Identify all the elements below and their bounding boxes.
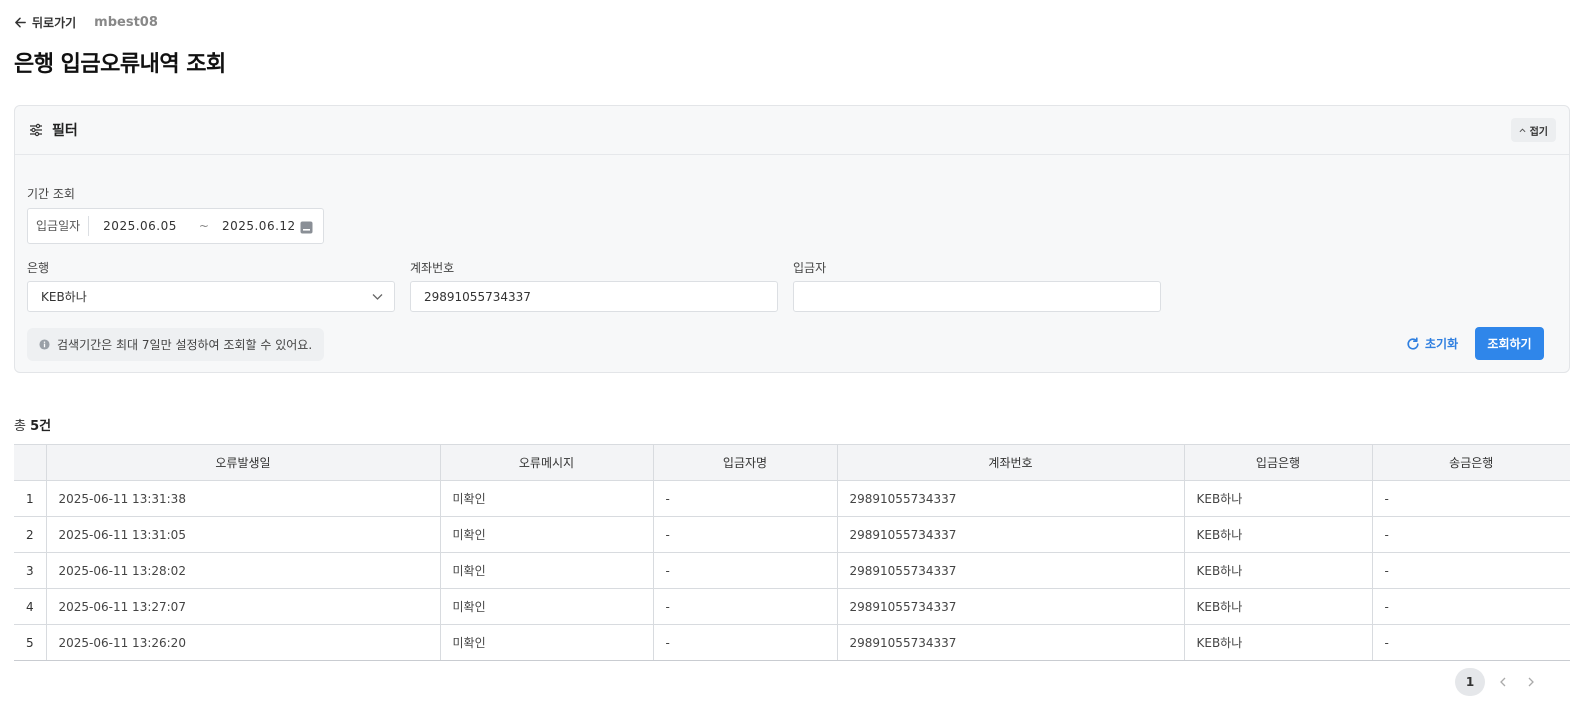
cell-account: 29891055734337 (837, 480, 1185, 517)
back-label: 뒤로가기 (32, 15, 77, 30)
collapse-label: 접기 (1529, 126, 1548, 138)
cell-depositor: - (653, 552, 838, 589)
chevron-down-icon (372, 294, 383, 300)
cell-date: 2025-06-11 13:27:07 (46, 588, 441, 625)
cell-no: 3 (14, 552, 47, 589)
cell-sender-bank: - (1372, 480, 1570, 517)
page-title: 은행 입금오류내역 조회 (14, 52, 226, 77)
account-input-value: 29891055734337 (424, 289, 531, 304)
date-from[interactable]: 2025.06.05 (103, 219, 177, 233)
cell-depositor: - (653, 624, 838, 661)
chevron-left-icon (1500, 677, 1506, 687)
total-prefix: 총 (14, 419, 26, 434)
cell-no: 5 (14, 624, 47, 661)
column-header-sender-bank[interactable]: 송금은행 (1372, 444, 1570, 481)
filter-panel: 필터 접기 기간 조회 입금일자 2025.06.05 ~ 2025.06.12… (14, 105, 1570, 373)
cell-date: 2025-06-11 13:26:20 (46, 624, 441, 661)
cell-bank: KEB하나 (1184, 516, 1373, 553)
cell-depositor: - (653, 480, 838, 517)
table-row[interactable]: 3 2025-06-11 13:28:02 미확인 - 298910557343… (14, 552, 1570, 589)
page-number-current[interactable]: 1 (1455, 668, 1485, 696)
reset-label: 초기화 (1425, 337, 1459, 351)
cell-bank: KEB하나 (1184, 624, 1373, 661)
bank-select[interactable]: KEB하나 (27, 281, 395, 312)
cell-sender-bank: - (1372, 624, 1570, 661)
date-type-label: 입금일자 (28, 216, 90, 236)
back-button[interactable]: 뒤로가기 (14, 14, 76, 31)
reset-button[interactable]: 초기화 (1406, 335, 1458, 352)
cell-bank: KEB하나 (1184, 480, 1373, 517)
info-note: 검색기간은 최대 7일만 설정하여 조회할 수 있어요. (27, 328, 325, 361)
cell-account: 29891055734337 (837, 624, 1185, 661)
table-row[interactable]: 4 2025-06-11 13:27:07 미확인 - 298910557343… (14, 588, 1570, 625)
cell-no: 2 (14, 516, 47, 553)
cell-account: 29891055734337 (837, 588, 1185, 625)
arrow-left-icon (15, 17, 26, 27)
table-row[interactable]: 5 2025-06-11 13:26:20 미확인 - 298910557343… (14, 624, 1570, 661)
table-header-row: 오류발생일 오류메시지 입금자명 계좌번호 입금은행 송금은행 (14, 444, 1570, 481)
column-header-account[interactable]: 계좌번호 (837, 444, 1185, 481)
table-row[interactable]: 1 2025-06-11 13:31:38 미확인 - 298910557343… (14, 480, 1570, 517)
info-text: 검색기간은 최대 7일만 설정하여 조회할 수 있어요. (57, 338, 313, 352)
collapse-button[interactable]: 접기 (1510, 118, 1556, 142)
results-table-wrapper: 오류발생일 오류메시지 입금자명 계좌번호 입금은행 송금은행 1 2025-0… (14, 444, 1570, 661)
calendar-icon[interactable] (300, 220, 313, 234)
results-table: 오류발생일 오류메시지 입금자명 계좌번호 입금은행 송금은행 1 2025-0… (14, 444, 1570, 661)
column-header-no (14, 444, 47, 481)
cell-account: 29891055734337 (837, 516, 1185, 553)
date-to[interactable]: 2025.06.12 (222, 219, 296, 233)
column-header-depositor[interactable]: 입금자명 (653, 444, 838, 481)
cell-depositor: - (653, 516, 838, 553)
depositor-label: 입금자 (793, 261, 827, 275)
filter-header: 필터 접기 (15, 106, 1569, 155)
cell-bank: KEB하나 (1184, 552, 1373, 589)
refresh-icon (1407, 336, 1419, 350)
cell-sender-bank: - (1372, 516, 1570, 553)
cell-message: 미확인 (440, 588, 654, 625)
cell-depositor: - (653, 588, 838, 625)
info-icon (39, 339, 50, 350)
cell-date: 2025-06-11 13:28:02 (46, 552, 441, 589)
cell-sender-bank: - (1372, 588, 1570, 625)
sliders-icon (30, 123, 42, 137)
search-button[interactable]: 조회하기 (1475, 327, 1544, 360)
next-page-button[interactable] (1521, 668, 1541, 696)
chevron-up-icon (1519, 127, 1526, 132)
column-header-bank[interactable]: 입금은행 (1184, 444, 1373, 481)
chevron-right-icon (1528, 677, 1534, 687)
date-range-picker[interactable]: 입금일자 2025.06.05 ~ 2025.06.12 (27, 208, 324, 244)
table-row[interactable]: 2 2025-06-11 13:31:05 미확인 - 298910557343… (14, 516, 1570, 553)
prev-page-button[interactable] (1493, 668, 1513, 696)
column-header-message[interactable]: 오류메시지 (440, 444, 654, 481)
cell-message: 미확인 (440, 552, 654, 589)
period-label: 기간 조회 (27, 187, 75, 201)
column-header-date[interactable]: 오류발생일 (46, 444, 441, 481)
top-bar: 뒤로가기 mbest08 (14, 12, 158, 32)
bank-label: 은행 (27, 261, 50, 275)
cell-message: 미확인 (440, 480, 654, 517)
cell-no: 1 (14, 480, 47, 517)
total-value: 5건 (30, 419, 52, 434)
pagination: 1 (1455, 668, 1541, 696)
date-separator: ~ (198, 219, 209, 233)
total-count: 총 5건 (14, 415, 51, 434)
depositor-input[interactable] (793, 281, 1161, 312)
cell-message: 미확인 (440, 516, 654, 553)
user-id: mbest08 (94, 14, 158, 30)
cell-no: 4 (14, 588, 47, 625)
bank-select-value: KEB하나 (41, 290, 87, 304)
cell-sender-bank: - (1372, 552, 1570, 589)
filter-title: 필터 (52, 123, 78, 139)
account-label: 계좌번호 (410, 261, 455, 275)
account-input[interactable]: 29891055734337 (410, 281, 778, 312)
cell-account: 29891055734337 (837, 552, 1185, 589)
cell-message: 미확인 (440, 624, 654, 661)
cell-date: 2025-06-11 13:31:05 (46, 516, 441, 553)
cell-date: 2025-06-11 13:31:38 (46, 480, 441, 517)
cell-bank: KEB하나 (1184, 588, 1373, 625)
